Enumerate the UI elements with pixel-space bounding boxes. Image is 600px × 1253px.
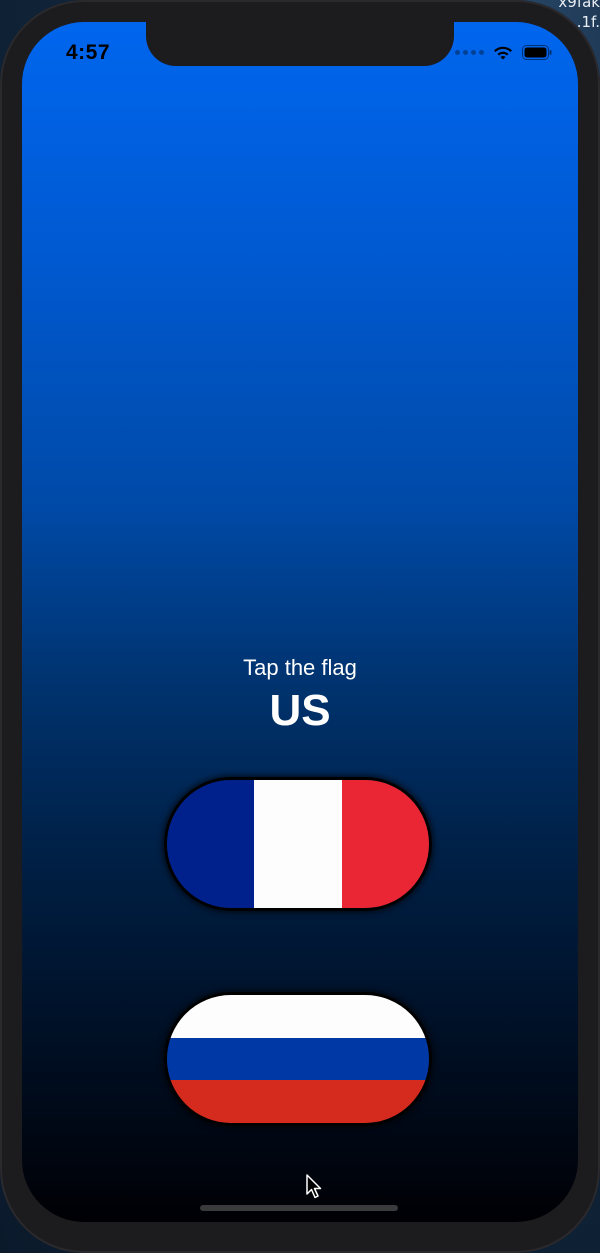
desktop-corner-text: x9fak xyxy=(558,0,600,11)
flag-stripe xyxy=(254,780,342,908)
flag-stripe xyxy=(341,780,429,908)
phone-frame: 4:57 Tap the flag US xyxy=(0,0,600,1253)
status-time: 4:57 xyxy=(66,41,111,64)
device-notch xyxy=(146,22,454,66)
desktop-corner-text-2: .1f. xyxy=(576,13,600,31)
prompt-label: Tap the flag xyxy=(243,655,357,680)
flag-stripe xyxy=(167,995,429,1038)
flag-stripe xyxy=(167,1080,429,1123)
signal-dots-icon xyxy=(455,50,484,55)
status-icons xyxy=(455,44,552,61)
flag-button-france[interactable] xyxy=(164,777,432,911)
flag-stripe xyxy=(167,1037,429,1081)
target-country-label: US xyxy=(269,686,331,735)
mouse-cursor-icon xyxy=(306,1174,324,1205)
wifi-icon xyxy=(492,44,514,61)
app-screen: 4:57 Tap the flag US xyxy=(22,22,578,1222)
flag-button-russia[interactable] xyxy=(164,992,432,1126)
battery-icon xyxy=(522,45,552,60)
flag-stripe xyxy=(167,780,255,908)
home-indicator[interactable] xyxy=(200,1205,398,1211)
